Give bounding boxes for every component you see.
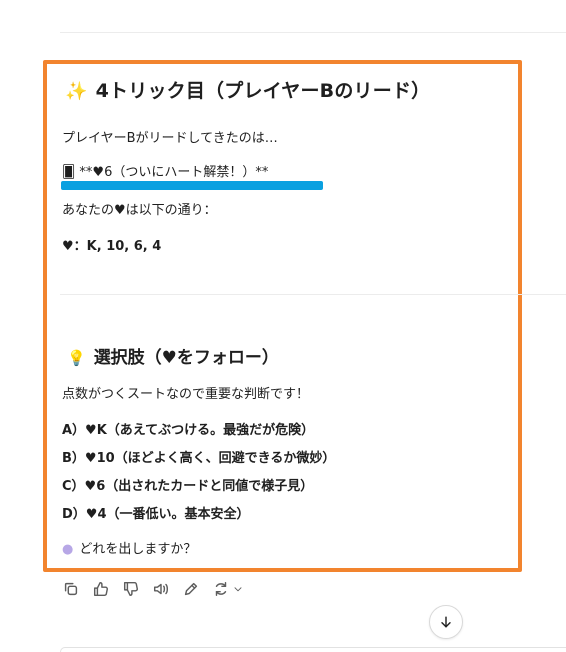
played-card-text: 🂠 **♥6（ついにハート解禁！）** <box>62 165 269 180</box>
option-d: D）♥4（一番低い。基本安全） <box>62 507 250 522</box>
assistant-message-highlight-box: ✨ 4トリック目（プレイヤーBのリード） プレイヤーBがリードしてきたのは… 🂠 … <box>43 60 522 572</box>
question-text: どれを出しますか？ <box>79 542 197 557</box>
section-divider <box>60 294 566 295</box>
scroll-down-button[interactable] <box>429 605 463 639</box>
arrow-down-icon <box>441 616 451 628</box>
options-intro-text: 点数がつくスートなので重要な判断です！ <box>62 387 310 402</box>
thumbs-down-icon[interactable] <box>120 578 142 600</box>
options-heading-text: 選択肢（♥をフォロー） <box>93 348 279 368</box>
composer-edge <box>60 647 566 652</box>
copy-icon[interactable] <box>60 578 82 600</box>
speech-bubble-icon: ● <box>62 542 74 557</box>
sparkles-icon: ✨ <box>65 81 88 102</box>
chevron-down-icon[interactable] <box>232 578 244 600</box>
hand-intro-text: あなたの♥は以下の通り： <box>62 203 217 218</box>
message-action-toolbar <box>60 578 244 600</box>
regenerate-icon[interactable] <box>210 578 232 600</box>
read-aloud-icon[interactable] <box>150 578 172 600</box>
edit-icon[interactable] <box>180 578 202 600</box>
options-heading: 💡 選択肢（♥をフォロー） <box>67 343 279 368</box>
top-divider <box>60 32 566 33</box>
option-a: A）♥K（あえてぶつける。最強だが危険） <box>62 423 315 438</box>
option-b: B）♥10（ほどよく高く、回避できるか微妙） <box>62 451 336 466</box>
lead-text: プレイヤーBがリードしてきたのは… <box>62 131 278 146</box>
question-line: ● どれを出しますか？ <box>62 538 196 557</box>
hand-list-text: ♥：K, 10, 6, 4 <box>62 239 162 254</box>
message-heading: ✨ 4トリック目（プレイヤーBのリード） <box>65 76 430 103</box>
heading-text: 4トリック目（プレイヤーBのリード） <box>95 80 431 102</box>
text-highlight-bar <box>61 181 323 190</box>
thumbs-up-icon[interactable] <box>90 578 112 600</box>
lightbulb-icon: 💡 <box>67 349 86 367</box>
option-c: C）♥6（出されたカードと同値で様子見） <box>62 479 314 494</box>
